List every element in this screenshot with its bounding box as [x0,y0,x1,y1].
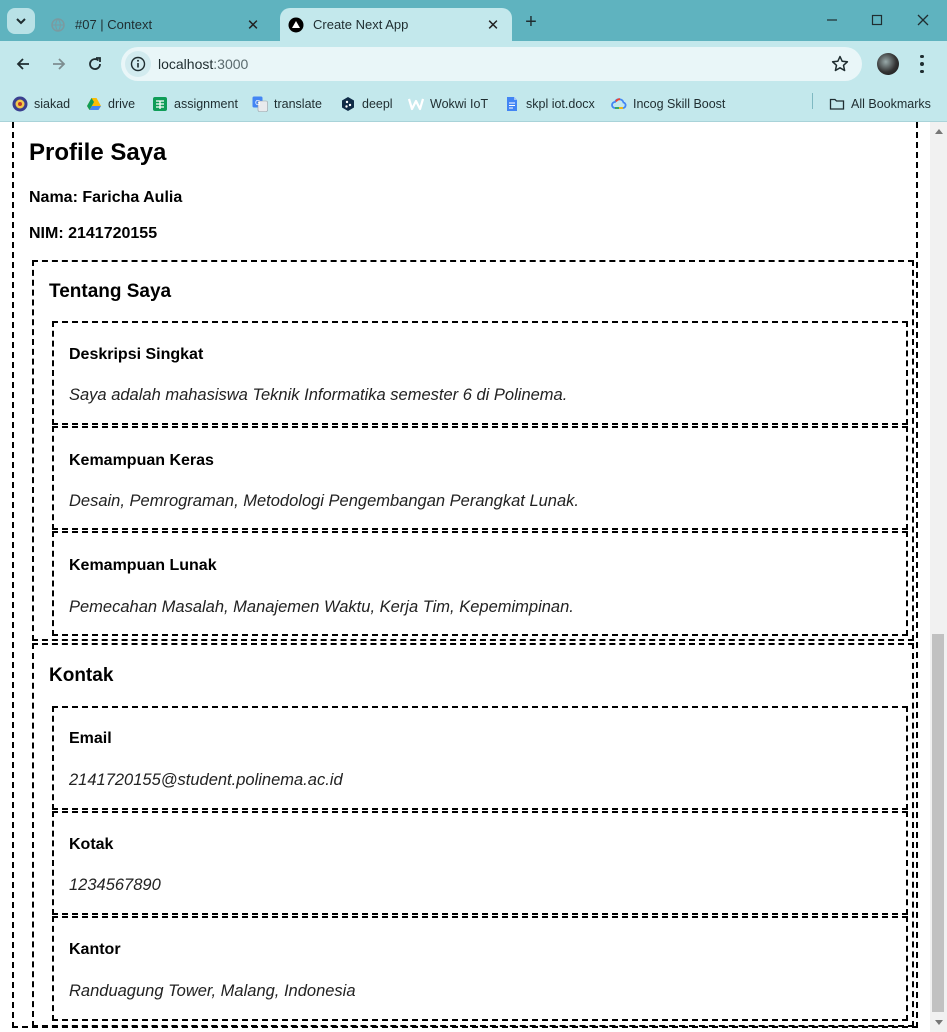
globe-icon [50,17,66,33]
card-value: Saya adalah mahasiswa Teknik Informatika… [69,386,568,404]
bookmark-label: translate [274,97,322,111]
card-value: Desain, Pemrograman, Metodologi Pengemba… [69,492,579,510]
address-bar[interactable]: localhost:3000 [121,47,862,81]
site-info-icon[interactable] [125,51,151,77]
bookmark-assignment[interactable]: assignment [152,93,238,115]
new-tab-button[interactable]: + [519,11,543,33]
deepl-icon [340,96,356,112]
bookmark-siakad[interactable]: siakad [12,93,70,115]
contact-heading: Kontak [49,665,114,686]
card-label: Kemampuan Lunak [69,557,217,574]
card-email [52,706,908,810]
bookmark-drive[interactable]: drive [86,93,135,115]
bookmark-label: All Bookmarks [851,97,931,111]
bookmark-label: Incog Skill Boost [633,97,726,111]
bookmark-incog[interactable]: Incog Skill Boost [611,93,725,115]
google-translate-icon: G [252,96,268,112]
card-kemampuan-lunak [52,531,908,636]
card-label: Kemampuan Keras [69,452,214,469]
google-drive-icon [86,96,102,112]
svg-text:G: G [255,99,260,107]
google-sheets-icon [152,96,168,112]
profile-avatar[interactable] [877,53,899,75]
more-menu-icon[interactable] [912,53,932,75]
bookmark-translate[interactable]: G translate [252,93,322,115]
folder-icon [829,96,845,112]
back-icon[interactable] [9,50,37,78]
card-value: 2141720155@student.polinema.ac.id [69,771,343,789]
tab-context[interactable]: #07 | Context ✕ [40,8,272,41]
google-cloud-icon [611,96,627,112]
tab-create-next-app[interactable]: Create Next App ✕ [280,8,512,41]
tab-title: #07 | Context [75,17,153,32]
url-port: :3000 [213,56,249,72]
close-icon[interactable]: ✕ [482,14,504,36]
bookmarks-separator [812,93,813,109]
nextjs-icon [288,17,304,33]
bookmark-star-icon[interactable] [830,54,850,74]
wokwi-icon [408,96,424,112]
card-kemampuan-keras [52,426,908,530]
bookmark-label: siakad [34,97,71,111]
document-icon [504,96,520,112]
card-label: Kotak [69,836,114,853]
university-seal-icon [12,96,28,112]
tab-search-button[interactable] [7,8,35,34]
page-viewport: Profile Saya Nama: Faricha Aulia NIM: 21… [0,122,930,1032]
close-icon[interactable]: ✕ [242,14,264,36]
card-label: Kantor [69,941,121,958]
profile-name: Nama: Faricha Aulia [29,189,183,206]
window-close-icon[interactable] [911,8,935,32]
reload-icon[interactable] [81,50,109,78]
bookmark-label: drive [108,97,136,111]
scrollbar-thumb[interactable] [932,634,944,1012]
bookmark-label: assignment [174,97,238,111]
scroll-up-arrow-icon[interactable] [930,124,947,138]
chevron-down-icon [16,18,26,25]
card-label: Deskripsi Singkat [69,346,204,363]
bookmark-label: skpl iot.docx [526,97,595,111]
card-kotak [52,811,908,915]
url-host: localhost [158,56,214,72]
card-deskripsi [52,321,908,425]
profile-nim: NIM: 2141720155 [29,225,158,242]
forward-icon[interactable] [45,50,73,78]
page-title: Profile Saya [29,139,167,166]
card-value: Pemecahan Masalah, Manajemen Waktu, Kerj… [69,598,574,616]
bookmark-skpl[interactable]: skpl iot.docx [504,93,595,115]
bookmark-label: Wokwi IoT [430,97,489,111]
bookmark-deepl[interactable]: deepl [340,93,393,115]
url-text: localhost:3000 [158,56,248,72]
card-value: 1234567890 [69,876,161,894]
card-kantor [52,916,908,1021]
bookmark-label: deepl [362,97,393,111]
bookmark-wokwi[interactable]: Wokwi IoT [408,93,488,115]
maximize-icon[interactable] [865,8,889,32]
about-heading: Tentang Saya [49,281,172,302]
browser-toolbar: localhost:3000 [0,41,947,87]
vertical-scrollbar[interactable] [930,122,947,1032]
card-value: Randuagung Tower, Malang, Indonesia [69,982,356,1000]
scroll-down-arrow-icon[interactable] [930,1016,947,1030]
card-label: Email [69,730,112,747]
tab-title: Create Next App [313,17,409,32]
minimize-icon[interactable] [820,8,844,32]
all-bookmarks-button[interactable]: All Bookmarks [829,93,931,115]
tab-strip: #07 | Context ✕ Create Next App ✕ + [0,0,947,41]
bookmarks-bar: siakad drive assignment G translate deep… [0,87,947,122]
